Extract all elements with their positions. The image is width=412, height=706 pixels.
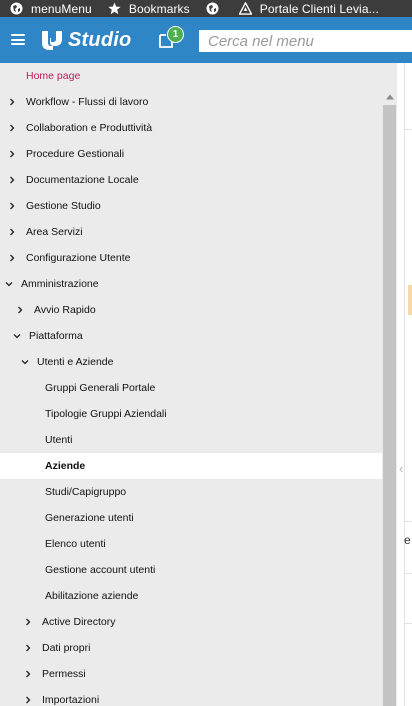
menu-item-label: Permessi: [42, 668, 86, 680]
bookmark-portale-clienti[interactable]: Portale Clienti Levia...: [227, 0, 379, 17]
chevron-right-icon: [14, 304, 26, 316]
menu-item-label: Elenco utenti: [45, 538, 106, 550]
chevron-right-icon: [6, 226, 18, 238]
app-header: Studio 1: [0, 17, 412, 63]
warning-triangle-icon: [238, 2, 252, 15]
chevron-right-icon: [22, 616, 34, 628]
studio-logo-icon: [42, 31, 62, 50]
chevron-right-icon: [6, 174, 18, 186]
menu-item-label: Amministrazione: [21, 278, 99, 290]
globe-icon: [206, 2, 219, 15]
menu-item-area-servizi[interactable]: Area Servizi: [0, 219, 382, 245]
bookmark-label: Portale Clienti Levia...: [259, 1, 379, 16]
menu-item-label: Utenti: [45, 434, 73, 446]
menu-item-label: Aziende: [45, 460, 86, 472]
notification-badge: 1: [167, 26, 184, 43]
menu-item-importazioni[interactable]: Importazioni: [0, 687, 382, 706]
menu-item-label: Gestione account utenti: [45, 564, 156, 576]
bookmark-globe[interactable]: [190, 0, 227, 17]
brand-name: Studio: [68, 28, 132, 51]
bookmark-bookmarks[interactable]: Bookmarks: [92, 0, 190, 17]
chevron-right-icon: [6, 122, 18, 134]
menu-item-workflow[interactable]: Workflow - Flussi di lavoro: [0, 89, 382, 115]
menu-item-utenti-aziende[interactable]: Utenti e Aziende: [0, 349, 382, 375]
menu-item-gestione-account[interactable]: Gestione account utenti: [0, 557, 382, 583]
chevron-left-icon: ‹: [399, 461, 404, 476]
chevron-down-icon: [19, 356, 31, 368]
menu-item-documentazione[interactable]: Documentazione Locale: [0, 167, 382, 193]
menu-item-label: Procedure Gestionali: [26, 148, 125, 160]
menu-drawer: Home page Workflow - Flussi di lavoro Co…: [0, 63, 397, 706]
chevron-right-icon: [22, 694, 34, 706]
menu-item-label: Generazione utenti: [45, 512, 134, 524]
menu-item-generazione[interactable]: Generazione utenti: [0, 505, 382, 531]
menu-item-active-directory[interactable]: Active Directory: [0, 609, 382, 635]
menu-item-label: Workflow - Flussi di lavoro: [26, 96, 149, 108]
menu-item-amministrazione[interactable]: Amministrazione: [0, 271, 382, 297]
chevron-right-icon: [6, 96, 18, 108]
menu-item-label: Gestione Studio: [26, 200, 101, 212]
menu-item-collaboration[interactable]: Collaboration e Produttività: [0, 115, 382, 141]
menu-item-dati-propri[interactable]: Dati propri: [0, 635, 382, 661]
chevron-right-icon: [6, 252, 18, 264]
chevron-down-icon: [3, 278, 15, 290]
menu-item-home[interactable]: Home page: [0, 63, 382, 89]
menu-item-avvio-rapido[interactable]: Avvio Rapido: [0, 297, 382, 323]
menu-item-gruppi-generali[interactable]: Gruppi Generali Portale: [0, 375, 382, 401]
menu-item-label: Avvio Rapido: [34, 304, 96, 316]
menu-item-label: Active Directory: [42, 616, 116, 628]
menu-item-label: Importazioni: [42, 694, 100, 706]
menu-item-permessi[interactable]: Permessi: [0, 661, 382, 687]
menu-item-label: Gruppi Generali Portale: [45, 382, 156, 394]
background-accent: [408, 285, 412, 315]
menu-item-label: Utenti e Aziende: [37, 356, 114, 368]
bookmark-menumenu[interactable]: menuMenu: [0, 0, 92, 17]
menu-item-procedure[interactable]: Procedure Gestionali: [0, 141, 382, 167]
scroll-up-arrow-icon[interactable]: [382, 91, 397, 103]
chevron-right-icon: [22, 642, 34, 654]
menu-item-label: Dati propri: [42, 642, 91, 654]
menu-item-label: Documentazione Locale: [26, 174, 139, 186]
star-icon: [108, 2, 121, 15]
bookmark-label: menuMenu: [31, 1, 92, 16]
globe-icon: [10, 2, 23, 15]
menu-item-elenco[interactable]: Elenco utenti: [0, 531, 382, 557]
hamburger-menu-icon[interactable]: [11, 34, 25, 45]
chevron-right-icon: [6, 148, 18, 160]
menu-item-piattaforma[interactable]: Piattaforma: [0, 323, 382, 349]
menu-item-label: Home page: [26, 70, 81, 82]
menu-item-tipologie-gruppi[interactable]: Tipologie Gruppi Aziendali: [0, 401, 382, 427]
menu-item-label: Abilitazione aziende: [45, 590, 139, 602]
menu-item-label: Configurazione Utente: [26, 252, 131, 264]
chevron-right-icon: [22, 668, 34, 680]
menu-item-configurazione[interactable]: Configurazione Utente: [0, 245, 382, 271]
bookmarks-bar: menuMenu Bookmarks Portale Clienti Levia…: [0, 0, 412, 17]
menu-item-aziende[interactable]: Aziende: [0, 453, 382, 479]
chevron-down-icon: [11, 330, 23, 342]
scrollbar-thumb[interactable]: [383, 105, 396, 706]
menu-item-abilitazione[interactable]: Abilitazione aziende: [0, 583, 382, 609]
menu-search-input[interactable]: [199, 30, 412, 52]
bookmark-label: Bookmarks: [128, 1, 190, 16]
menu-item-label: Piattaforma: [29, 330, 83, 342]
menu-item-label: Area Servizi: [26, 226, 83, 238]
menu-item-label: Tipologie Gruppi Aziendali: [45, 408, 167, 420]
menu-item-label: Studi/Capigruppo: [45, 486, 127, 498]
menu-item-studi[interactable]: Studi/Capigruppo: [0, 479, 382, 505]
background-text: e: [404, 533, 411, 547]
menu-item-label: Collaboration e Produttività: [26, 122, 153, 134]
studio-logo[interactable]: Studio: [41, 28, 131, 52]
chevron-right-icon: [6, 200, 18, 212]
menu-item-gestione-studio[interactable]: Gestione Studio: [0, 193, 382, 219]
menu-item-utenti[interactable]: Utenti: [0, 427, 382, 453]
